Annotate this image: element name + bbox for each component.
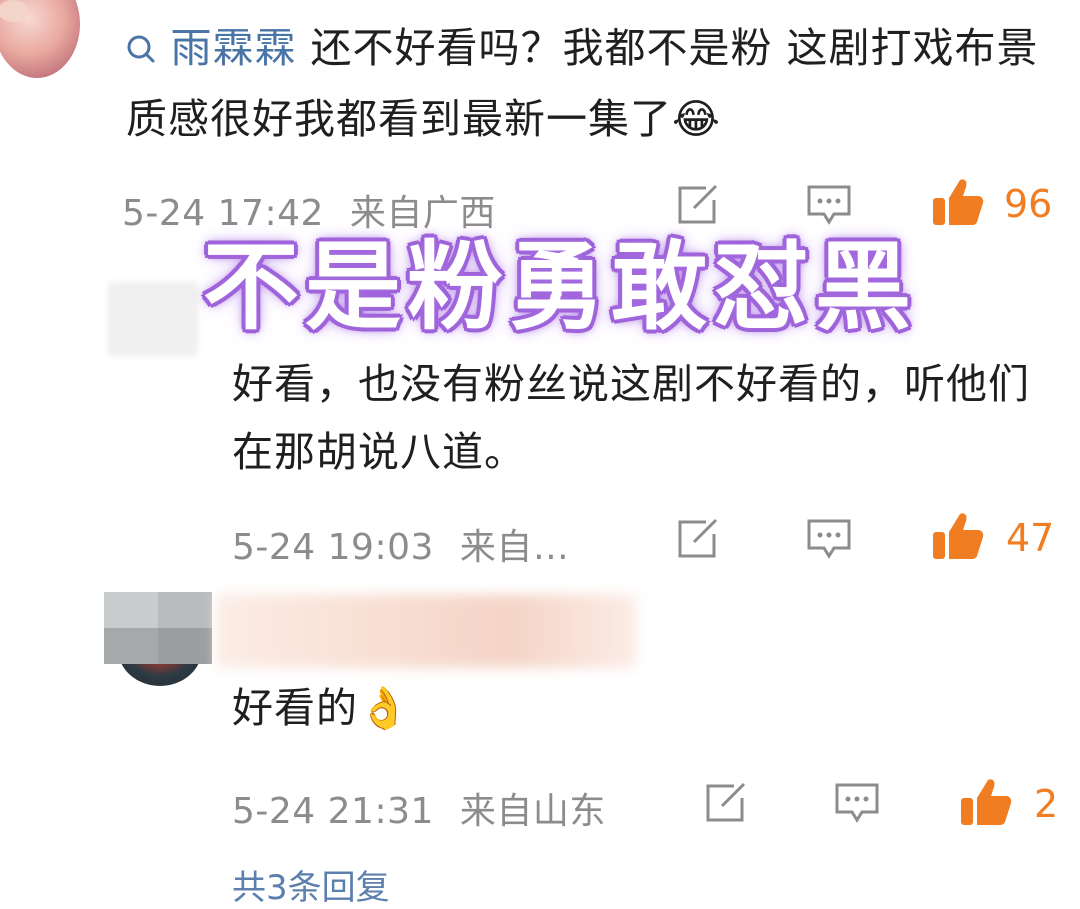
comment-1-like-count: 96	[1004, 182, 1053, 226]
avatar-mosaic	[104, 592, 212, 664]
comment-1-body: 雨霖霖 还不好看吗？我都不是粉 这剧打戏布景质感很好我都看到最新一集了😂	[126, 14, 1066, 153]
thumbs-up-icon[interactable]	[930, 176, 986, 228]
comment-3-body: 好看的👌	[232, 674, 832, 742]
comment-2-time: 5-24 19:03	[232, 527, 434, 568]
comment-3-like-count: 2	[1034, 782, 1059, 826]
comment-2-text: 好看，也没有粉丝说这剧不好看的，听他们在那胡说八道。	[232, 360, 1030, 476]
search-icon	[126, 30, 168, 71]
share-icon[interactable]	[676, 184, 722, 226]
ok-hand-emoji-icon: 👌	[358, 684, 411, 732]
comment-3-meta: 5-24 21:31 来自山东	[232, 782, 606, 834]
view-replies-link[interactable]: 共3条回复	[232, 860, 390, 909]
comment-3-text: 好看的	[232, 684, 358, 732]
comment-icon[interactable]	[806, 184, 852, 226]
laugh-emoji-icon: 😂	[672, 95, 721, 143]
thumbs-up-icon[interactable]	[958, 776, 1014, 828]
comment-icon[interactable]	[806, 518, 852, 560]
blurred-username-3	[216, 594, 636, 668]
comment-1-username[interactable]: 雨霖霖	[170, 24, 296, 72]
share-icon[interactable]	[676, 518, 722, 560]
comment-2-meta: 5-24 19:03 来自…	[232, 518, 569, 570]
share-icon[interactable]	[704, 782, 750, 824]
comment-2-like-count: 47	[1006, 516, 1055, 560]
user-avatar-1[interactable]	[0, 0, 80, 78]
comment-3-location: 来自山东	[459, 791, 606, 832]
comment-icon[interactable]	[834, 782, 880, 824]
comment-2-location: 来自…	[459, 527, 570, 568]
comment-3-time: 5-24 21:31	[232, 791, 434, 832]
thumbs-up-icon[interactable]	[930, 510, 986, 562]
overlay-headline: 不是粉勇敢怼黑	[203, 231, 917, 343]
